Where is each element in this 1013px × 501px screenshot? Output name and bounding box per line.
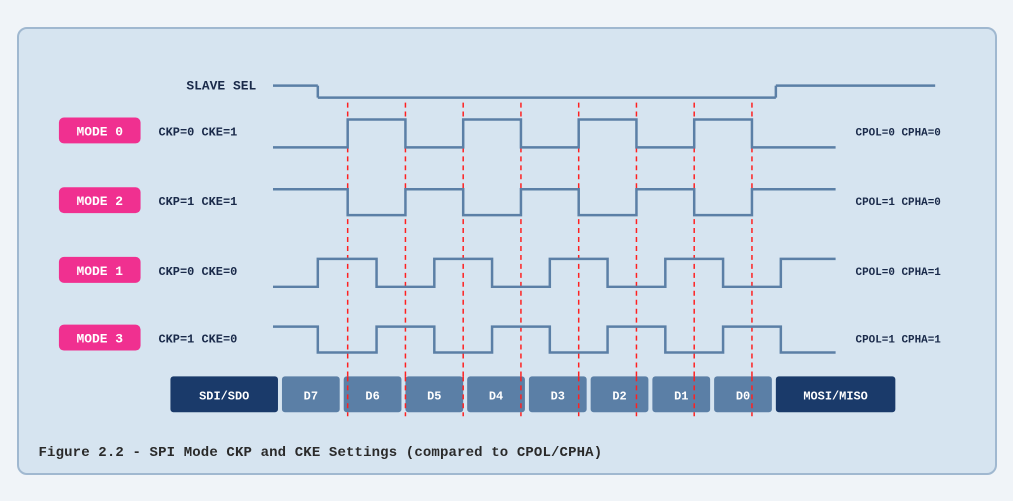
svg-text:CKP=1 CKE=1: CKP=1 CKE=1 (158, 195, 237, 209)
svg-text:MODE 2: MODE 2 (76, 194, 123, 209)
svg-text:D1: D1 (674, 389, 688, 403)
svg-text:D6: D6 (365, 389, 379, 403)
svg-text:D3: D3 (550, 389, 564, 403)
svg-text:MODE 3: MODE 3 (76, 331, 123, 346)
svg-text:D2: D2 (612, 389, 626, 403)
figure-caption: Figure 2.2 - SPI Mode CKP and CKE Settin… (39, 445, 975, 461)
svg-text:SDI/SDO: SDI/SDO (199, 389, 249, 403)
waveform-diagram: SLAVE SEL MODE 0 (39, 47, 975, 437)
diagram-container: SLAVE SEL MODE 0 (17, 27, 997, 475)
svg-text:D5: D5 (427, 389, 441, 403)
svg-text:D4: D4 (488, 389, 502, 403)
svg-text:D7: D7 (303, 389, 317, 403)
svg-text:CPOL=0 CPHA=1: CPOL=0 CPHA=1 (855, 266, 941, 278)
svg-text:MODE 1: MODE 1 (76, 263, 123, 278)
svg-text:D0: D0 (735, 389, 749, 403)
svg-text:MODE 0: MODE 0 (76, 124, 123, 139)
svg-text:CPOL=1 CPHA=1: CPOL=1 CPHA=1 (855, 334, 941, 346)
svg-text:CPOL=1 CPHA=0: CPOL=1 CPHA=0 (855, 197, 940, 209)
svg-text:SLAVE SEL: SLAVE SEL (186, 78, 256, 93)
svg-text:CKP=0 CKE=0: CKP=0 CKE=0 (158, 264, 237, 278)
svg-text:CKP=1 CKE=0: CKP=1 CKE=0 (158, 332, 237, 346)
svg-text:CKP=0 CKE=1: CKP=0 CKE=1 (158, 125, 237, 139)
svg-text:CPOL=0 CPHA=0: CPOL=0 CPHA=0 (855, 127, 940, 139)
svg-text:MOSI/MISO: MOSI/MISO (803, 389, 867, 403)
